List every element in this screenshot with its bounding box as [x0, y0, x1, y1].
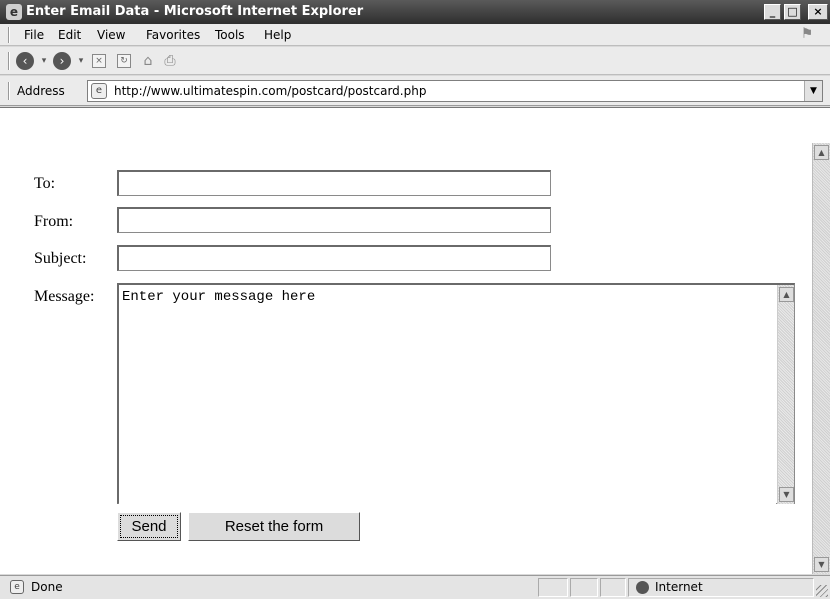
status-panel [570, 578, 598, 597]
message-scrollbar[interactable]: ▲ ▼ [777, 285, 794, 504]
scroll-up-icon[interactable]: ▲ [814, 145, 829, 160]
page-top [0, 107, 830, 143]
maximize-button[interactable]: □ [784, 4, 801, 20]
page-icon: e [91, 83, 107, 99]
address-dropdown-icon[interactable]: ▼ [804, 81, 822, 101]
subject-field[interactable] [117, 245, 551, 271]
navigation-toolbar: ‹ ▾ › ▾ × ↻ ⌂ ⎙ [0, 47, 830, 75]
minimize-button[interactable]: _ [764, 4, 781, 20]
send-button[interactable]: Send [117, 512, 181, 541]
scroll-down-icon[interactable]: ▼ [814, 557, 829, 572]
title-bar: e Enter Email Data - Microsoft Internet … [0, 0, 830, 24]
back-icon[interactable]: ‹ [16, 52, 34, 70]
to-field[interactable] [117, 170, 551, 196]
menu-edit[interactable]: Edit [58, 28, 81, 42]
forward-icon[interactable]: › [53, 52, 71, 70]
window-title: Enter Email Data - Microsoft Internet Ex… [26, 4, 364, 19]
menu-view[interactable]: View [97, 28, 125, 42]
menu-bar: File Edit View Favorites Tools Help ⚑ [0, 24, 830, 46]
message-scroll-up-icon[interactable]: ▲ [779, 287, 794, 302]
menu-favorites[interactable]: Favorites [146, 28, 200, 42]
menu-tools[interactable]: Tools [215, 28, 245, 42]
status-text: Done [31, 580, 63, 594]
subject-label: Subject: [34, 250, 87, 267]
menu-help[interactable]: Help [264, 28, 291, 42]
address-label: Address [17, 84, 65, 98]
forward-dropdown-icon[interactable]: ▾ [76, 51, 86, 71]
message-field[interactable]: Enter your message here [119, 285, 776, 504]
message-box: Enter your message here ▲ ▼ [117, 283, 795, 504]
address-bar: Address e http://www.ultimatespin.com/po… [0, 76, 830, 106]
address-url[interactable]: http://www.ultimatespin.com/postcard/pos… [114, 84, 426, 98]
ie-logo-icon: e [6, 4, 22, 20]
windows-logo-icon: ⚑ [800, 26, 814, 42]
print-icon[interactable]: ⎙ [160, 51, 180, 71]
message-scroll-down-icon[interactable]: ▼ [779, 487, 794, 502]
from-label: From: [34, 213, 74, 230]
status-panel [600, 578, 626, 597]
toolbar-grip [8, 52, 10, 70]
menu-grip [8, 27, 10, 43]
page-scrollbar[interactable]: ▲ ▼ [812, 143, 830, 574]
menu-file[interactable]: File [24, 28, 44, 42]
message-label: Message: [34, 288, 95, 305]
home-icon[interactable]: ⌂ [138, 51, 158, 71]
zone-text: Internet [655, 580, 703, 594]
close-button[interactable]: × [808, 4, 828, 20]
status-bar: e Done Internet [0, 575, 830, 599]
refresh-icon[interactable]: ↻ [117, 54, 131, 68]
stop-icon[interactable]: × [92, 54, 106, 68]
page-done-icon: e [10, 580, 24, 594]
to-label: To: [34, 175, 56, 192]
reset-button[interactable]: Reset the form [188, 512, 360, 541]
address-field[interactable]: e http://www.ultimatespin.com/postcard/p… [87, 80, 823, 102]
resize-grip-icon[interactable] [816, 585, 828, 597]
browser-window: e Enter Email Data - Microsoft Internet … [0, 0, 830, 599]
back-dropdown-icon[interactable]: ▾ [39, 51, 49, 71]
internet-globe-icon [636, 581, 649, 594]
from-field[interactable] [117, 207, 551, 233]
address-grip [8, 82, 10, 100]
status-panel [538, 578, 568, 597]
